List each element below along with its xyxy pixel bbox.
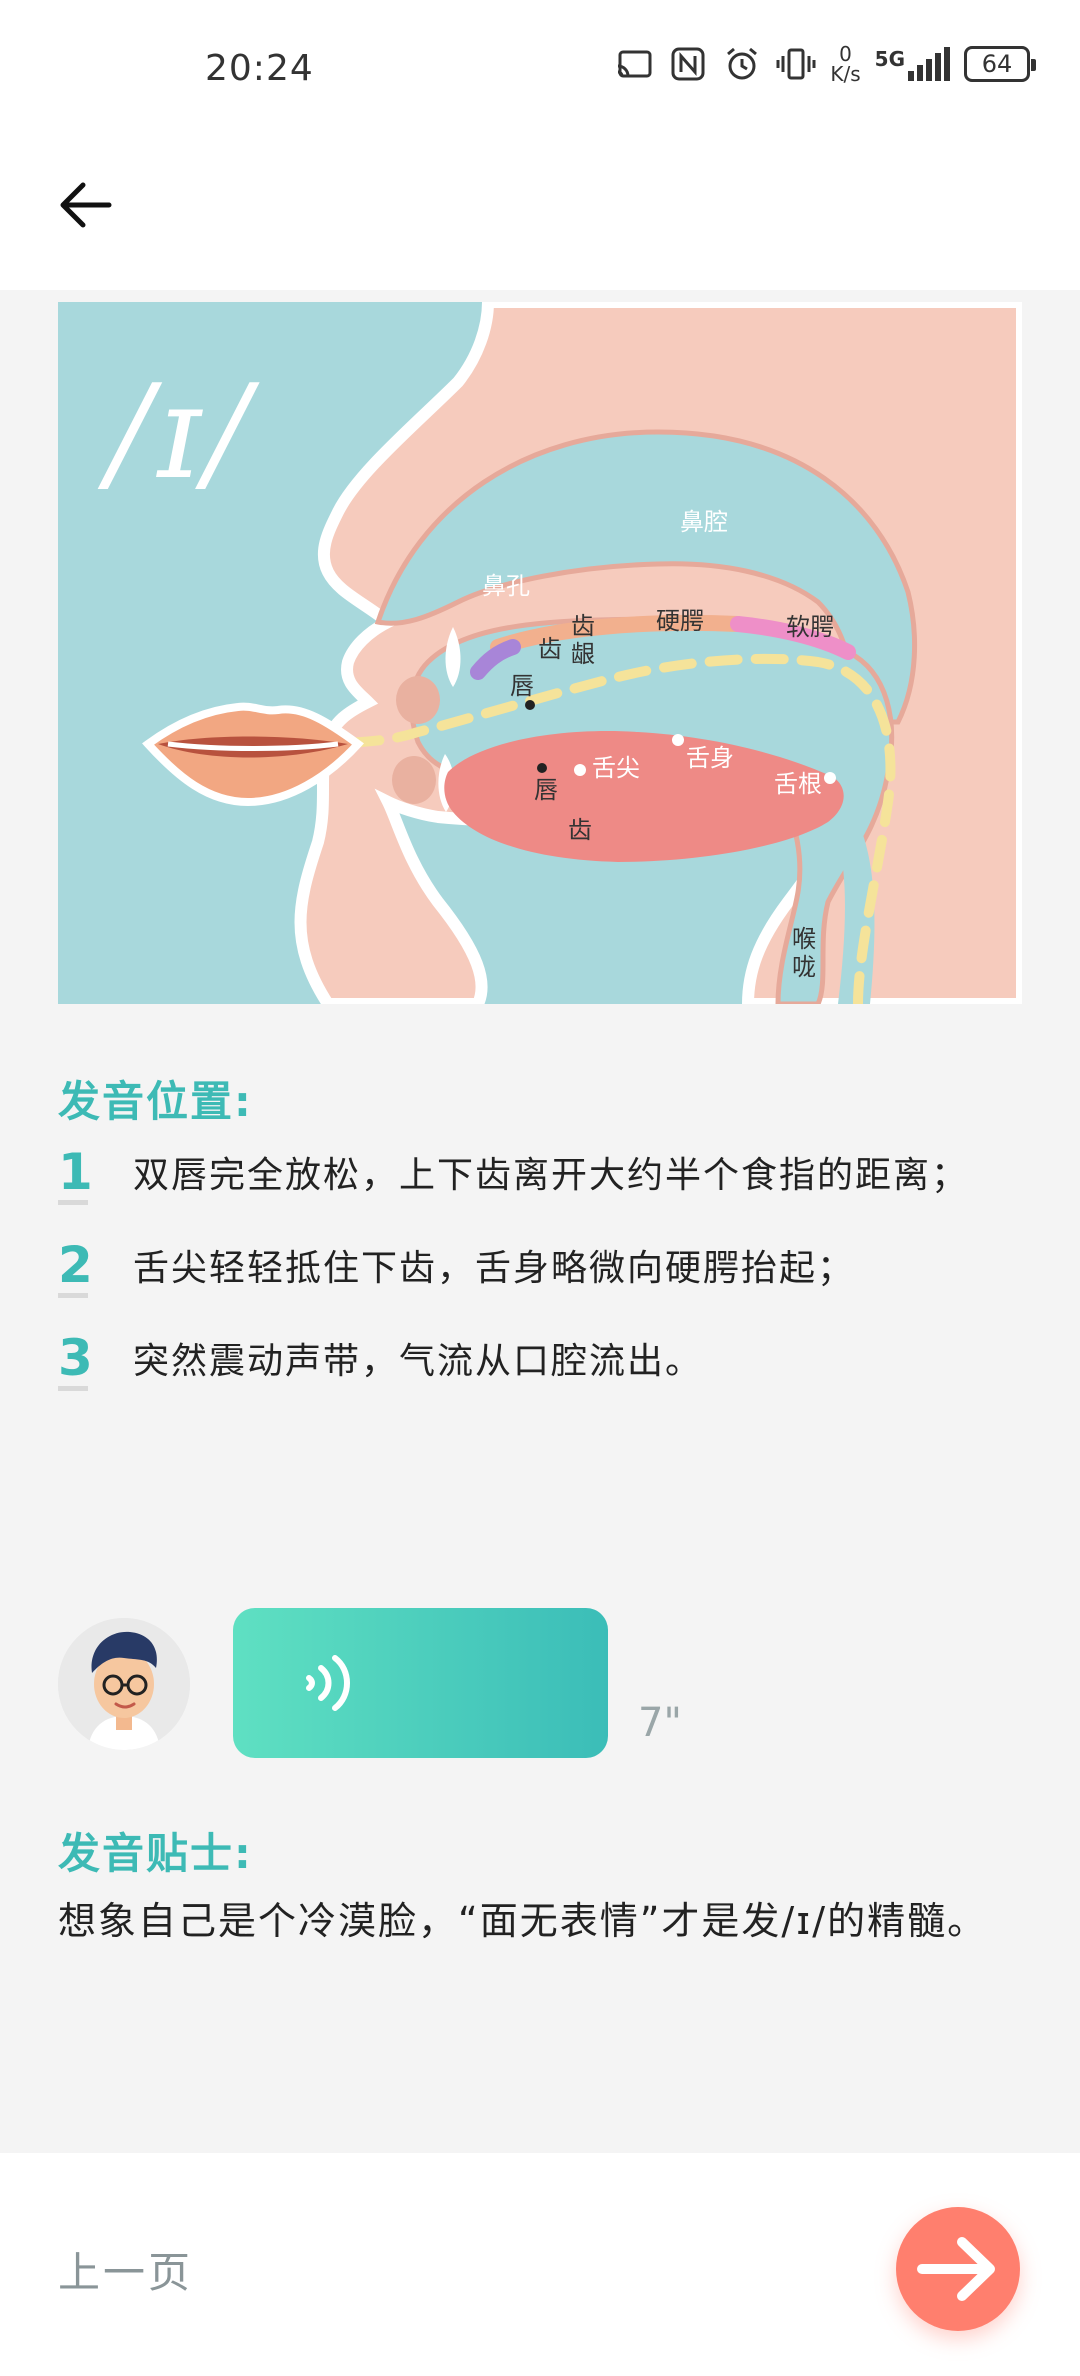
label-lower-teeth: 齿 [568,816,592,844]
position-section-title: 发音位置: [58,1077,253,1126]
label-gums-1: 齿 [571,612,595,640]
label-upper-teeth: 齿 [538,635,562,663]
step-text: 突然震动声带，气流从口腔流出。 [133,1340,704,1382]
label-throat-2: 咙 [792,953,816,981]
mouth-diagram: /ɪ/ 鼻腔 鼻孔 齿 齿 龈 硬腭 软腭 唇 舌尖 舌身 舌根 唇 齿 喉 咙 [58,302,1022,1004]
label-lower-lip: 唇 [534,776,558,804]
status-bar: 20:24 0 K/s 5G 64 [0,0,1080,140]
bottom-bar: 上一页 [0,2153,1080,2376]
label-upper-lip: 唇 [510,672,534,700]
prev-page-button[interactable]: 上一页 [58,2239,193,2300]
label-nasal-cavity: 鼻腔 [680,508,728,536]
status-icons: 0 K/s 5G 64 [614,44,1036,84]
next-page-button[interactable] [896,2207,1020,2331]
net-speed: 0 K/s [830,44,860,84]
alarm-icon [727,47,758,80]
position-steps: 1 双唇完全放松，上下齿离开大约半个食指的距离； 2 舌尖轻轻抵住下齿，舌身略微… [58,1125,1048,1404]
teacher-avatar [58,1618,190,1750]
label-gums-2: 龈 [571,640,595,668]
step-item: 1 双唇完全放松，上下齿离开大约半个食指的距离； [58,1125,1048,1218]
label-tongue-tip: 舌尖 [592,754,640,782]
vibrate-icon [776,48,816,80]
tip-section-title: 发音贴士: [58,1829,253,1878]
arrow-right-icon [917,2237,995,2301]
network-type: 5G [874,47,905,71]
arrow-left-icon [60,182,112,228]
step-text: 双唇完全放松，上下齿离开大约半个食指的距离； [133,1154,970,1196]
cast-icon [618,50,652,78]
tip-text: 想象自己是个冷漠脸，“面无表情”才是发/ɪ/的精髓。 [58,1899,988,1943]
nfc-icon [671,47,705,81]
net-speed-unit: K/s [830,62,861,86]
signal-group: 5G [875,47,950,81]
step-number: 2 [58,1236,133,1298]
header [0,140,1080,290]
step-number: 3 [58,1329,133,1391]
sound-wave-icon [306,1655,350,1711]
label-throat-1: 喉 [792,925,816,953]
audio-play-button[interactable] [233,1608,608,1758]
label-nostril: 鼻孔 [482,572,530,600]
status-time: 20:24 [205,48,314,89]
net-speed-value: 0 [839,42,852,66]
back-button[interactable] [50,170,120,240]
step-number: 1 [58,1143,133,1205]
label-tongue-root: 舌根 [774,770,822,798]
battery-level: 64 [981,50,1013,78]
signal-icon [908,47,950,81]
audio-duration: 7" [638,1700,682,1746]
step-item: 2 舌尖轻轻抵住下齿，舌身略微向硬腭抬起； [58,1218,1048,1311]
battery-icon: 64 [964,46,1036,82]
phoneme-label: /ɪ/ [97,356,260,508]
label-soft-palate: 软腭 [786,613,834,641]
label-tongue-body: 舌身 [686,744,734,772]
label-hard-palate: 硬腭 [656,607,704,635]
step-item: 3 突然震动声带，气流从口腔流出。 [58,1311,1048,1404]
step-text: 舌尖轻轻抵住下齿，舌身略微向硬腭抬起； [133,1247,856,1289]
